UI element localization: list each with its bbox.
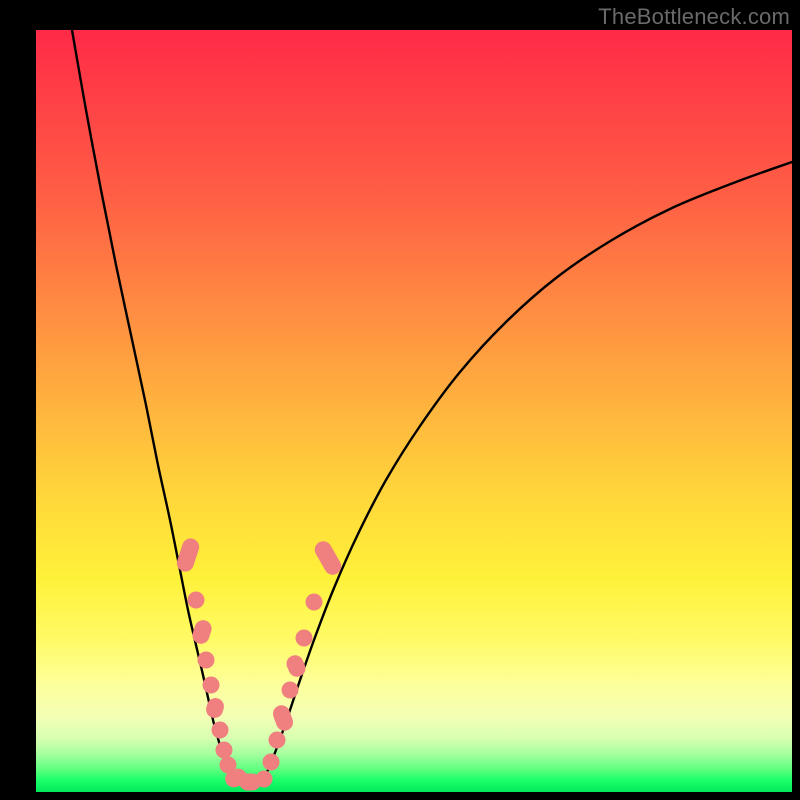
marker-pill <box>175 536 202 574</box>
sample-markers <box>175 536 345 790</box>
marker-dot <box>282 682 299 699</box>
marker-pill <box>312 538 345 578</box>
marker-dot <box>203 677 220 694</box>
marker-dot <box>216 742 233 759</box>
marker-pill <box>190 618 214 646</box>
curve-line <box>72 30 792 782</box>
plot-area <box>36 30 792 792</box>
watermark-text: TheBottleneck.com <box>598 4 790 30</box>
marker-dot <box>198 652 215 669</box>
marker-dot <box>212 722 229 739</box>
marker-dot <box>296 630 313 647</box>
marker-dot <box>306 594 323 611</box>
marker-dot <box>263 754 280 771</box>
chart-frame: TheBottleneck.com <box>0 0 800 800</box>
curve-svg <box>36 30 792 792</box>
bottleneck-curve <box>72 30 792 782</box>
marker-dot <box>188 592 205 609</box>
marker-dot <box>269 732 286 749</box>
marker-dot <box>256 771 273 788</box>
marker-pill <box>284 652 308 679</box>
